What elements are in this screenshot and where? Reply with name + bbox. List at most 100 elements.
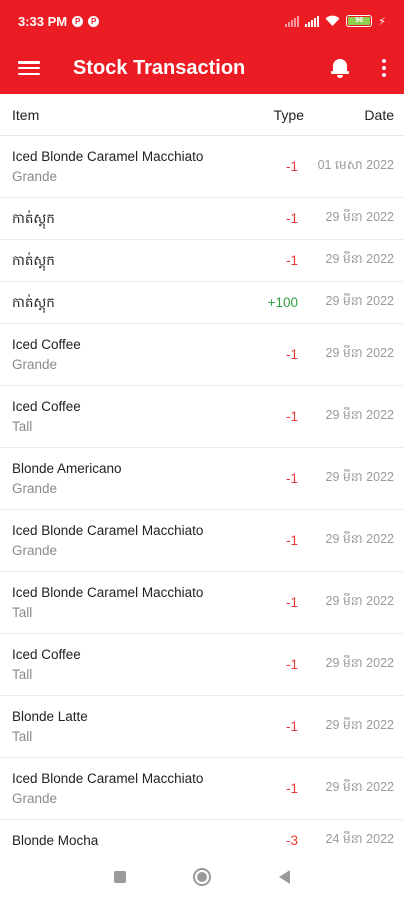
more-vert-icon[interactable] <box>382 59 386 77</box>
quantity-change: -3 <box>285 833 298 848</box>
transaction-date: 29 មីនា 2022 <box>325 293 395 308</box>
quantity-change: -1 <box>285 253 298 268</box>
quantity-change: -1 <box>285 533 298 548</box>
item-name: កាត់ស្តុក <box>12 252 55 268</box>
table-row[interactable]: Blonde Americano Grande -1 29 មីនា 2022 <box>0 448 404 510</box>
quantity-change: -1 <box>285 657 298 672</box>
transaction-date: 29 មីនា 2022 <box>325 779 395 794</box>
app-notification-icon: P <box>88 15 100 27</box>
item-name: Blonde Americano <box>12 460 122 476</box>
table-row[interactable]: Iced Coffee Tall -1 29 មីនា 2022 <box>0 386 404 448</box>
item-size: Tall <box>12 604 33 620</box>
menu-icon[interactable] <box>18 59 40 77</box>
row-item-cell: Blonde Mocha <box>12 831 234 851</box>
wifi-icon <box>325 15 340 26</box>
item-size: Grande <box>12 168 58 184</box>
item-size: Grande <box>12 790 58 806</box>
row-item-cell: Iced Blonde Caramel Macchiato Grande <box>12 147 234 187</box>
item-name: Iced Coffee <box>12 398 81 414</box>
status-right: 96 ⚡ <box>285 15 386 28</box>
item-name: Iced Blonde Caramel Macchiato <box>12 522 204 538</box>
quantity-change: -1 <box>285 159 298 174</box>
row-item-cell: កាត់ស្តុក <box>12 293 234 313</box>
row-item-cell: Iced Blonde Caramel Macchiato Grande <box>12 521 234 561</box>
table-row[interactable]: Iced Blonde Caramel Macchiato Grande -1 29 … <box>0 510 404 572</box>
row-item-cell: Iced Blonde Caramel Macchiato Grande <box>12 769 234 809</box>
column-header-item: Item <box>12 106 40 123</box>
status-time: 3:33 PM <box>18 13 68 29</box>
row-item-cell: Iced Coffee Tall <box>12 645 234 685</box>
transaction-date: 24 មីនា 2022 <box>325 831 395 846</box>
column-header-type: Type <box>273 106 304 123</box>
table-row[interactable]: Blonde Latte Tall -1 29 មីនា 2022 <box>0 696 404 758</box>
table-row[interactable]: កាត់ស្តុក -1 29 មីនា 2022 <box>0 240 404 282</box>
table-row[interactable]: Blonde Mocha -3 24 មីនា 2022 <box>0 820 404 853</box>
row-item-cell: Iced Coffee Grande <box>12 335 234 375</box>
quantity-change: -1 <box>285 471 298 486</box>
page-title: Stock Transaction <box>73 56 246 79</box>
quantity-change: +100 <box>267 295 298 310</box>
table-row[interactable]: Iced Blonde Caramel Macchiato Tall -1 29 មី… <box>0 572 404 634</box>
table-header: Item Type Date <box>0 94 404 136</box>
transaction-date: 29 មីនា 2022 <box>325 407 395 422</box>
item-size: Grande <box>12 542 58 558</box>
quantity-change: -1 <box>285 595 298 610</box>
transaction-date: 29 មីនា 2022 <box>325 655 395 670</box>
item-size: Tall <box>12 666 33 682</box>
item-size: Tall <box>12 418 33 434</box>
status-bar: 3:33 PM P P 96 ⚡ <box>0 0 404 42</box>
table-row[interactable]: Iced Coffee Grande -1 29 មីនា 2022 <box>0 324 404 386</box>
item-size: Grande <box>12 356 58 372</box>
transaction-date: 29 មីនា 2022 <box>325 593 395 608</box>
transaction-date: 29 មីនា 2022 <box>325 209 395 224</box>
table-row[interactable]: Iced Blonde Caramel Macchiato Grande -1 29 … <box>0 758 404 820</box>
item-size: Tall <box>12 728 33 744</box>
item-name: Iced Coffee <box>12 336 81 352</box>
item-name: Iced Coffee <box>12 646 81 662</box>
item-name: Blonde Mocha <box>12 832 99 848</box>
battery-icon: 96 <box>346 15 373 27</box>
item-name: Iced Blonde Caramel Macchiato <box>12 584 204 600</box>
transaction-date: 01 មេសា 2022 <box>317 157 394 172</box>
transaction-date: 29 មីនា 2022 <box>325 251 395 266</box>
transaction-date: 29 មីនា 2022 <box>325 469 395 484</box>
item-name: Iced Blonde Caramel Macchiato <box>12 148 204 164</box>
bell-icon[interactable] <box>330 57 350 79</box>
row-item-cell: Blonde Americano Grande <box>12 459 234 499</box>
charging-icon: ⚡ <box>378 15 386 28</box>
quantity-change: -1 <box>285 719 298 734</box>
transaction-list[interactable]: Iced Blonde Caramel Macchiato Grande -1 01 … <box>0 136 404 853</box>
row-item-cell: កាត់ស្តុក <box>12 251 234 271</box>
triangle-back-icon[interactable] <box>279 869 291 884</box>
item-name: កាត់ស្តុក <box>12 294 55 310</box>
system-nav-bar <box>0 853 404 900</box>
table-row[interactable]: កាត់ស្តុក -1 29 មីនា 2022 <box>0 198 404 240</box>
status-left: 3:33 PM P P <box>18 13 100 29</box>
quantity-change: -1 <box>285 211 298 226</box>
quantity-change: -1 <box>285 347 298 362</box>
battery-level: 96 <box>348 17 371 25</box>
column-header-date: Date <box>364 106 394 123</box>
table-row[interactable]: Iced Blonde Caramel Macchiato Grande -1 01 … <box>0 136 404 198</box>
transaction-date: 29 មីនា 2022 <box>325 531 395 546</box>
square-icon[interactable] <box>113 870 126 883</box>
signal-icon <box>305 15 320 27</box>
app-bar: Stock Transaction <box>0 42 404 94</box>
quantity-change: -1 <box>285 409 298 424</box>
app-notification-icon: P <box>72 15 84 27</box>
quantity-change: -1 <box>285 781 298 796</box>
transaction-date: 29 មីនា 2022 <box>325 345 395 360</box>
row-item-cell: Iced Blonde Caramel Macchiato Tall <box>12 583 234 623</box>
signal-icon <box>285 15 300 27</box>
row-item-cell: Iced Coffee Tall <box>12 397 234 437</box>
table-row[interactable]: Iced Coffee Tall -1 29 មីនា 2022 <box>0 634 404 696</box>
item-name: Blonde Latte <box>12 708 88 724</box>
circle-icon[interactable] <box>193 867 212 886</box>
item-size: Grande <box>12 480 58 496</box>
row-item-cell: Blonde Latte Tall <box>12 707 234 747</box>
table-row[interactable]: កាត់ស្តុក +100 29 មីនា 2022 <box>0 282 404 324</box>
item-name: កាត់ស្តុក <box>12 210 55 226</box>
transaction-date: 29 មីនា 2022 <box>325 717 395 732</box>
item-name: Iced Blonde Caramel Macchiato <box>12 770 204 786</box>
row-item-cell: កាត់ស្តុក <box>12 209 234 229</box>
